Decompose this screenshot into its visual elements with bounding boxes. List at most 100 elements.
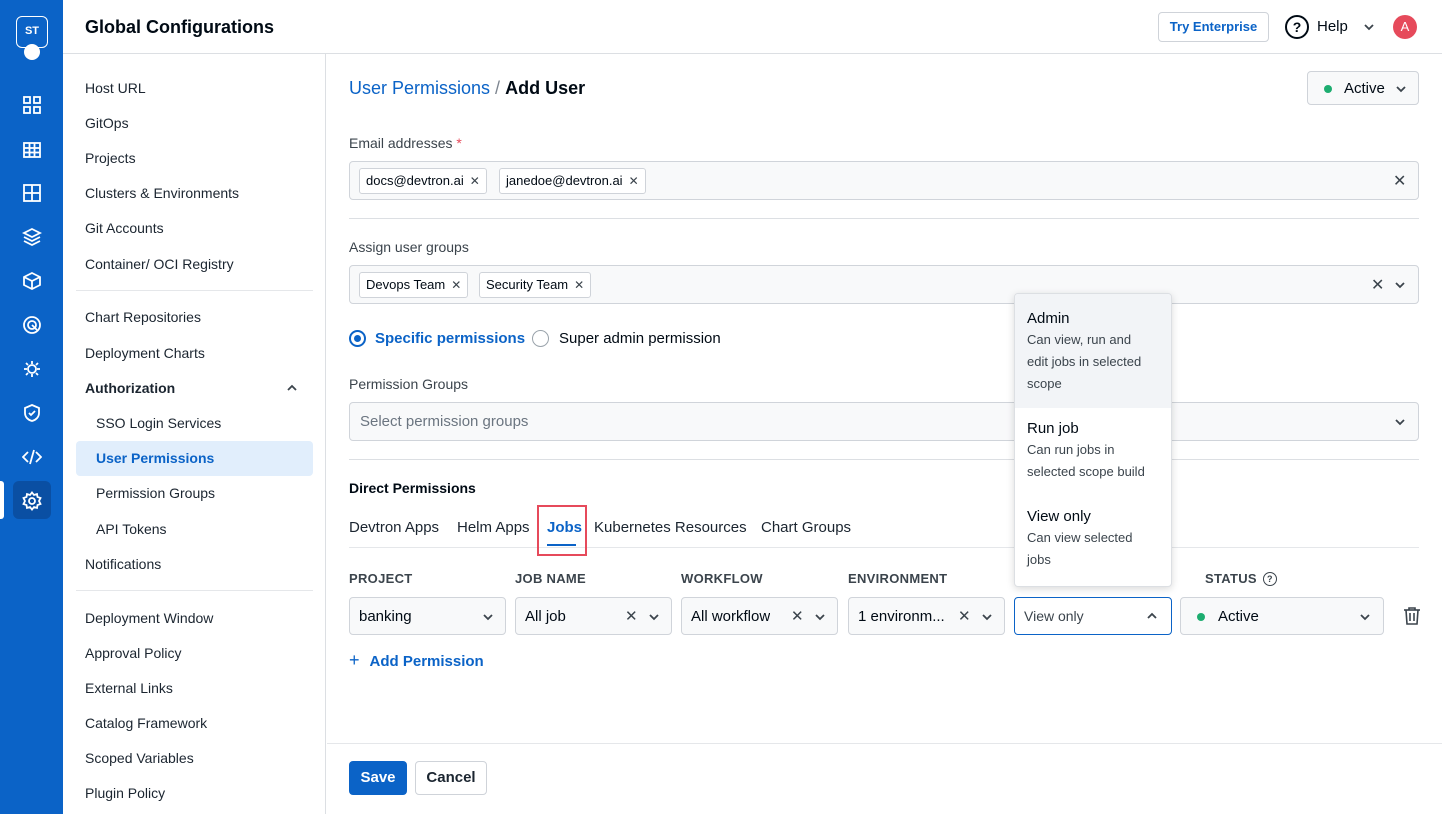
permission-groups-label: Permission Groups xyxy=(349,376,469,392)
add-permission-button[interactable]: + Add Permission xyxy=(349,650,484,671)
permission-status-select[interactable]: Active xyxy=(1180,597,1384,635)
clear-icon[interactable]: ✕ xyxy=(791,607,804,625)
target-icon[interactable] xyxy=(20,313,44,337)
user-groups-select[interactable]: Devops Team ✕ Security Team ✕ ✕ xyxy=(349,265,1419,304)
super-admin-radio[interactable] xyxy=(532,330,549,347)
sidebar-item-user-permissions[interactable]: User Permissions xyxy=(96,450,214,466)
role-option-run-job[interactable]: Run job Can run jobs in selected scope b… xyxy=(1015,408,1171,496)
clear-all-icon[interactable]: ✕ xyxy=(1371,275,1384,295)
clear-all-icon[interactable]: ✕ xyxy=(1393,171,1406,191)
info-icon[interactable]: ? xyxy=(1262,572,1277,586)
role-option-description: Can run jobs in selected scope build xyxy=(1027,439,1161,483)
tab-devtron-apps[interactable]: Devtron Apps xyxy=(349,519,439,536)
chip-remove-icon[interactable]: ✕ xyxy=(470,174,480,188)
help-icon[interactable]: ? xyxy=(1285,15,1309,39)
role-option-description-line: selected scope build xyxy=(1027,464,1145,479)
role-option-description-line: Can view selected xyxy=(1027,530,1133,545)
sidebar-item-deployment-window[interactable]: Deployment Window xyxy=(85,610,213,626)
chevron-up-icon[interactable] xyxy=(285,381,299,395)
stack-icon[interactable] xyxy=(20,225,44,249)
cube-icon[interactable] xyxy=(20,269,44,293)
sidebar-item-catalog-framework[interactable]: Catalog Framework xyxy=(85,715,207,731)
specific-permissions-radio[interactable] xyxy=(349,330,366,347)
sidebar-divider xyxy=(76,290,313,291)
sidebar-item-permission-groups[interactable]: Permission Groups xyxy=(96,485,215,501)
role-option-description-line: Can run jobs in xyxy=(1027,442,1115,457)
sidebar-item-api-tokens[interactable]: API Tokens xyxy=(96,521,167,537)
role-option-view-only[interactable]: View only Can view selected jobs xyxy=(1015,496,1171,586)
sidebar-item-git-accounts[interactable]: Git Accounts xyxy=(85,220,164,236)
role-option-admin[interactable]: Admin Can view, run and edit jobs in sel… xyxy=(1015,294,1171,408)
sidebar-item-approval-policy[interactable]: Approval Policy xyxy=(85,645,182,661)
shield-check-icon[interactable] xyxy=(20,401,44,425)
applications-icon[interactable] xyxy=(20,137,44,161)
sidebar-item-host-url[interactable]: Host URL xyxy=(85,80,146,96)
role-option-title: Run job xyxy=(1027,420,1079,437)
jobs-icon[interactable] xyxy=(20,181,44,205)
sidebar-item-plugin-policy[interactable]: Plugin Policy xyxy=(85,785,165,801)
page-title: Global Configurations xyxy=(85,17,274,37)
chip-remove-icon[interactable]: ✕ xyxy=(574,278,584,292)
sidebar-item-notifications[interactable]: Notifications xyxy=(85,556,161,572)
sidebar-item-chart-repositories[interactable]: Chart Repositories xyxy=(85,309,201,325)
trash-icon[interactable] xyxy=(1401,605,1423,630)
tab-chart-groups[interactable]: Chart Groups xyxy=(761,519,851,536)
help-menu-label[interactable]: Help xyxy=(1317,18,1348,35)
breadcrumb: User Permissions / Add User xyxy=(349,78,585,99)
role-value: View only xyxy=(1024,608,1084,624)
chip-remove-icon[interactable]: ✕ xyxy=(629,174,639,188)
code-icon[interactable] xyxy=(20,445,44,469)
sidebar-item-clusters-environments[interactable]: Clusters & Environments xyxy=(85,185,239,201)
overview-grid-icon[interactable] xyxy=(20,93,44,117)
tab-helm-apps[interactable]: Helm Apps xyxy=(457,519,530,536)
chevron-down-icon[interactable] xyxy=(1393,415,1407,429)
chevron-up-icon xyxy=(1145,609,1159,623)
add-permission-label: Add Permission xyxy=(369,653,484,670)
direct-permissions-title: Direct Permissions xyxy=(349,480,476,496)
specific-permissions-label[interactable]: Specific permissions xyxy=(375,330,525,347)
breadcrumb-current: Add User xyxy=(505,78,586,98)
column-header-project: PROJECT xyxy=(349,571,413,586)
gear-icon[interactable] xyxy=(20,489,44,513)
sidebar-item-container-registry[interactable]: Container/ OCI Registry xyxy=(85,256,234,272)
help-chevron-down-icon[interactable] xyxy=(1362,20,1376,34)
permission-groups-select[interactable]: Select permission groups xyxy=(349,402,1419,441)
sidebar-item-scoped-variables[interactable]: Scoped Variables xyxy=(85,750,194,766)
environment-select[interactable]: 1 environm... ✕ xyxy=(848,597,1005,635)
role-option-description: Can view selected jobs xyxy=(1027,527,1161,571)
super-admin-label[interactable]: Super admin permission xyxy=(559,330,721,347)
project-select[interactable]: banking xyxy=(349,597,506,635)
bug-icon[interactable] xyxy=(20,357,44,381)
chevron-down-icon xyxy=(1394,82,1408,96)
tab-kubernetes-resources[interactable]: Kubernetes Resources xyxy=(594,519,747,536)
bolt-icon xyxy=(24,44,40,60)
email-label-text: Email addresses xyxy=(349,135,453,151)
clear-icon[interactable]: ✕ xyxy=(958,607,971,625)
job-name-select[interactable]: All job ✕ xyxy=(515,597,672,635)
avatar[interactable]: A xyxy=(1393,15,1417,39)
app-rail: ST xyxy=(0,0,63,814)
email-chip: docs@devtron.ai ✕ xyxy=(359,168,487,194)
sidebar-group-authorization[interactable]: Authorization xyxy=(85,380,175,396)
chip-remove-icon[interactable]: ✕ xyxy=(451,278,461,292)
sidebar-item-deployment-charts[interactable]: Deployment Charts xyxy=(85,345,205,361)
chevron-down-icon xyxy=(980,610,994,624)
email-input[interactable]: docs@devtron.ai ✕ janedoe@devtron.ai ✕ ✕ xyxy=(349,161,1419,200)
sidebar-item-gitops[interactable]: GitOps xyxy=(85,115,129,131)
settings-sidebar: Host URL GitOps Projects Clusters & Envi… xyxy=(63,54,326,814)
user-status-value: Active xyxy=(1344,80,1385,97)
save-button[interactable]: Save xyxy=(349,761,407,795)
cancel-button[interactable]: Cancel xyxy=(415,761,487,795)
chevron-down-icon[interactable] xyxy=(1393,278,1407,292)
sidebar-item-projects[interactable]: Projects xyxy=(85,150,136,166)
breadcrumb-link-user-permissions[interactable]: User Permissions xyxy=(349,78,490,98)
sidebar-item-sso-login[interactable]: SSO Login Services xyxy=(96,415,221,431)
footer-divider xyxy=(327,743,1442,744)
user-status-dropdown[interactable]: Active xyxy=(1307,71,1419,105)
clear-icon[interactable]: ✕ xyxy=(625,607,638,625)
role-select[interactable]: View only xyxy=(1014,597,1172,635)
workflow-select[interactable]: All workflow ✕ xyxy=(681,597,838,635)
try-enterprise-button[interactable]: Try Enterprise xyxy=(1158,12,1269,42)
sidebar-item-external-links[interactable]: External Links xyxy=(85,680,173,696)
required-mark: * xyxy=(456,135,462,151)
